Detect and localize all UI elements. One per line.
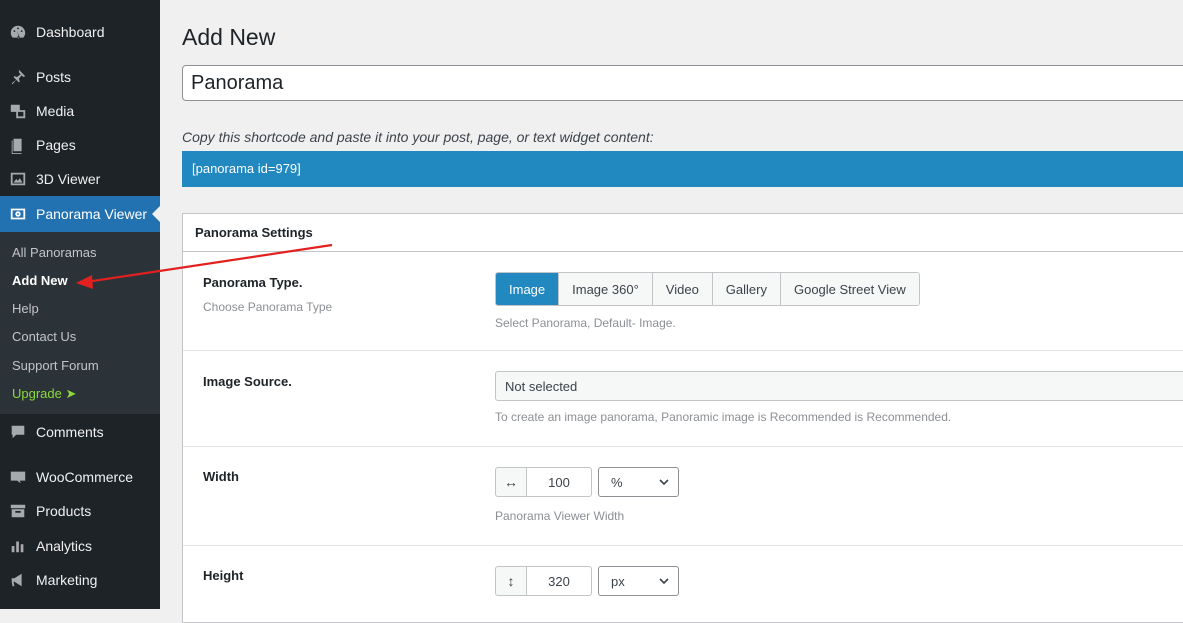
dashboard-icon	[8, 22, 28, 42]
admin-sidebar: Dashboard Posts Media Pages 3D Viewer Pa…	[0, 0, 160, 609]
width-unit-select[interactable]: %	[598, 467, 679, 497]
chevron-down-icon	[659, 479, 669, 486]
menu-comments[interactable]: Comments	[0, 415, 160, 449]
width-input[interactable]	[526, 467, 592, 497]
panorama-type-selector: Image Image 360° Video Gallery Google St…	[495, 272, 920, 306]
row-divider	[183, 350, 1183, 351]
menu-posts[interactable]: Posts	[0, 60, 160, 94]
menu-dashboard[interactable]: Dashboard	[0, 15, 160, 49]
comment-icon	[8, 422, 28, 442]
type-option-image-360[interactable]: Image 360°	[559, 273, 653, 305]
menu-media[interactable]: Media	[0, 94, 160, 128]
submenu-help[interactable]: Help	[12, 301, 39, 316]
settings-header: Panorama Settings	[183, 214, 1183, 252]
panorama-settings-box: Panorama Settings Panorama Type. Choose …	[182, 213, 1183, 623]
height-label: Height	[203, 568, 244, 583]
panorama-type-sub: Choose Panorama Type	[203, 300, 333, 314]
menu-label: WooCommerce	[36, 469, 133, 485]
submenu-contact-us[interactable]: Contact Us	[12, 329, 76, 344]
row-divider	[183, 545, 1183, 546]
menu-woocommerce[interactable]: WooCommerce	[0, 460, 160, 494]
menu-label: Pages	[36, 137, 76, 153]
menu-label: Dashboard	[36, 24, 105, 40]
height-input[interactable]	[526, 566, 592, 596]
menu-3d-viewer[interactable]: 3D Viewer	[0, 162, 160, 196]
menu-panorama-viewer[interactable]: Panorama Viewer	[0, 196, 160, 232]
height-unit-select[interactable]: px	[598, 566, 679, 596]
panorama-type-desc: Select Panorama, Default- Image.	[495, 316, 676, 330]
menu-products[interactable]: Products	[0, 494, 160, 528]
chevron-down-icon	[659, 578, 669, 585]
menu-analytics[interactable]: Analytics	[0, 529, 160, 563]
height-unit-value: px	[611, 573, 625, 589]
type-option-image[interactable]: Image	[496, 273, 560, 305]
menu-label: Marketing	[36, 572, 98, 588]
type-option-video[interactable]: Video	[652, 273, 713, 305]
image-source-desc: To create an image panorama, Panoramic i…	[495, 410, 952, 424]
post-title-input[interactable]	[182, 65, 1183, 101]
page-title: Add New	[182, 24, 276, 50]
shortcode-hint: Copy this shortcode and paste it into yo…	[182, 129, 654, 145]
vertical-arrows-icon: ↕	[495, 566, 526, 596]
submenu-all-panoramas[interactable]: All Panoramas	[12, 245, 97, 260]
panorama-icon	[8, 204, 28, 224]
archive-icon	[8, 501, 28, 521]
pin-icon	[8, 67, 28, 87]
submenu-support-forum[interactable]: Support Forum	[12, 358, 99, 373]
settings-title: Panorama Settings	[195, 225, 313, 240]
shortcode-display[interactable]: [panorama id=979]	[182, 151, 1183, 187]
menu-label: Media	[36, 103, 75, 119]
width-control: ↔ %	[495, 467, 679, 497]
submenu-upgrade[interactable]: Upgrade ➤	[12, 386, 76, 402]
menu-label: Products	[36, 503, 92, 519]
type-option-gallery[interactable]: Gallery	[712, 273, 781, 305]
submenu-add-new[interactable]: Add New	[12, 273, 68, 288]
type-option-google-street-view[interactable]: Google Street View	[780, 273, 919, 305]
width-unit-value: %	[611, 474, 623, 490]
woo-icon	[8, 467, 28, 487]
row-divider	[183, 446, 1183, 447]
menu-label: 3D Viewer	[36, 171, 101, 187]
media-icon	[8, 101, 28, 121]
image-source-label: Image Source.	[203, 374, 292, 389]
width-label: Width	[203, 469, 239, 484]
horizontal-arrows-icon: ↔	[495, 467, 526, 497]
width-desc: Panorama Viewer Width	[495, 509, 625, 523]
megaphone-icon	[8, 570, 28, 590]
menu-marketing[interactable]: Marketing	[0, 563, 160, 597]
image-source-field[interactable]: Not selected	[495, 371, 1183, 401]
pages-icon	[8, 135, 28, 155]
image-icon	[8, 169, 28, 189]
menu-label: Panorama Viewer	[36, 206, 148, 222]
menu-label: Comments	[36, 424, 104, 440]
menu-label: Posts	[36, 69, 72, 85]
panorama-submenu: All Panoramas Add New Help Contact Us Su…	[0, 232, 160, 414]
chart-icon	[8, 536, 28, 556]
panorama-type-label: Panorama Type.	[203, 275, 303, 290]
height-control: ↕ px	[495, 566, 679, 596]
menu-pages[interactable]: Pages	[0, 128, 160, 162]
menu-label: Analytics	[36, 538, 93, 554]
